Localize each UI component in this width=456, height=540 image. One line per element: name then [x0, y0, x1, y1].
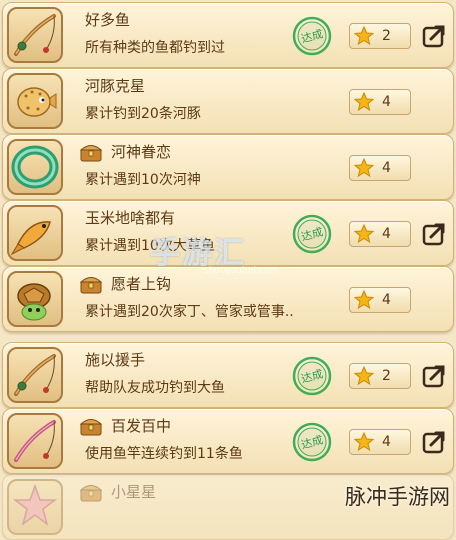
turtle-icon	[17, 283, 51, 321]
treasure-chest-icon	[79, 277, 103, 294]
achievement-title: 河神眷恋	[111, 143, 172, 161]
star-icon	[354, 290, 374, 310]
achievement-icon-frame	[7, 271, 63, 327]
achievement-title: 施以援手	[85, 351, 146, 369]
achievement-icon-frame	[7, 139, 63, 195]
achievement-title: 玉米地啥都有	[85, 209, 176, 227]
starfish-icon	[12, 483, 58, 526]
achievement-icon-frame	[7, 347, 63, 403]
corner-watermark: 脉冲手游网	[345, 485, 450, 509]
star-reward: 4	[349, 221, 411, 247]
star-count: 4	[382, 434, 391, 450]
star-reward: 4	[349, 287, 411, 313]
fishing-rod-icon	[14, 354, 56, 396]
star-icon	[354, 92, 374, 112]
completed-stamp: 达成	[292, 422, 332, 462]
share-icon[interactable]	[421, 429, 447, 455]
star-reward: 4	[349, 89, 411, 115]
star-count: 4	[382, 292, 391, 308]
star-reward: 4	[349, 429, 411, 455]
star-reward: 2	[349, 363, 411, 389]
pufferfish-icon	[17, 87, 57, 117]
star-count: 4	[382, 94, 391, 110]
share-icon[interactable]	[421, 23, 447, 49]
star-count: 4	[382, 160, 391, 176]
completed-stamp: 达成	[292, 356, 332, 396]
star-icon	[354, 366, 374, 386]
treasure-chest-icon	[79, 485, 103, 502]
jade-bracelet-icon	[11, 145, 59, 189]
star-icon	[354, 224, 374, 244]
star-icon	[354, 158, 374, 178]
achievement-list: 好多鱼 所有种类的鱼都钓到过 达成 2 河豚克星 累计钓到20条河豚 4 河神眷…	[0, 0, 456, 540]
star-count: 2	[382, 28, 391, 44]
completed-stamp: 达成	[292, 16, 332, 56]
completed-stamp: 达成	[292, 214, 332, 254]
achievement-row: 好多鱼 所有种类的鱼都钓到过 达成 2	[2, 2, 454, 68]
star-icon	[354, 26, 374, 46]
achievement-title: 河豚克星	[85, 77, 146, 95]
star-reward: 2	[349, 23, 411, 49]
treasure-chest-icon	[79, 145, 103, 162]
achievement-description: 使用鱼竿连续钓到11条鱼	[85, 446, 243, 462]
achievement-icon-frame	[7, 7, 63, 63]
star-reward: 4	[349, 155, 411, 181]
achievement-row: 河神眷恋 累计遇到10次河神 4	[2, 134, 454, 200]
achievement-description: 累计遇到20次家丁、管家或管事..	[85, 304, 294, 320]
pink-fishing-rod-icon	[14, 420, 56, 462]
achievement-description: 帮助队友成功钓到大鱼	[85, 380, 225, 396]
achievement-row: 百发百中 使用鱼竿连续钓到11条鱼 达成 4	[2, 408, 454, 474]
treasure-chest-icon	[79, 419, 103, 436]
achievement-icon-frame	[7, 413, 63, 469]
star-icon	[354, 432, 374, 452]
achievement-title: 小星星	[111, 483, 157, 501]
achievement-icon-frame	[7, 205, 63, 261]
star-count: 4	[382, 226, 391, 242]
achievement-icon-frame	[7, 479, 63, 535]
achievement-description: 累计钓到20条河豚	[85, 106, 201, 122]
watermark-url: shouyouhui.com	[204, 266, 279, 276]
achievement-title: 好多鱼	[85, 11, 131, 29]
share-icon[interactable]	[421, 221, 447, 247]
star-count: 2	[382, 368, 391, 384]
achievement-description: 所有种类的鱼都钓到过	[85, 40, 225, 56]
share-icon[interactable]	[421, 363, 447, 389]
achievement-title: 愿者上钩	[111, 275, 172, 293]
achievement-title: 百发百中	[111, 417, 172, 435]
achievement-icon-frame	[7, 73, 63, 129]
achievement-description: 累计遇到10次河神	[85, 172, 201, 188]
achievement-row: 河豚克星 累计钓到20条河豚 4	[2, 68, 454, 134]
achievement-row: 施以援手 帮助队友成功钓到大鱼 达成 2	[2, 342, 454, 408]
golden-fish-icon	[10, 221, 51, 256]
fishing-rod-icon	[14, 14, 56, 56]
